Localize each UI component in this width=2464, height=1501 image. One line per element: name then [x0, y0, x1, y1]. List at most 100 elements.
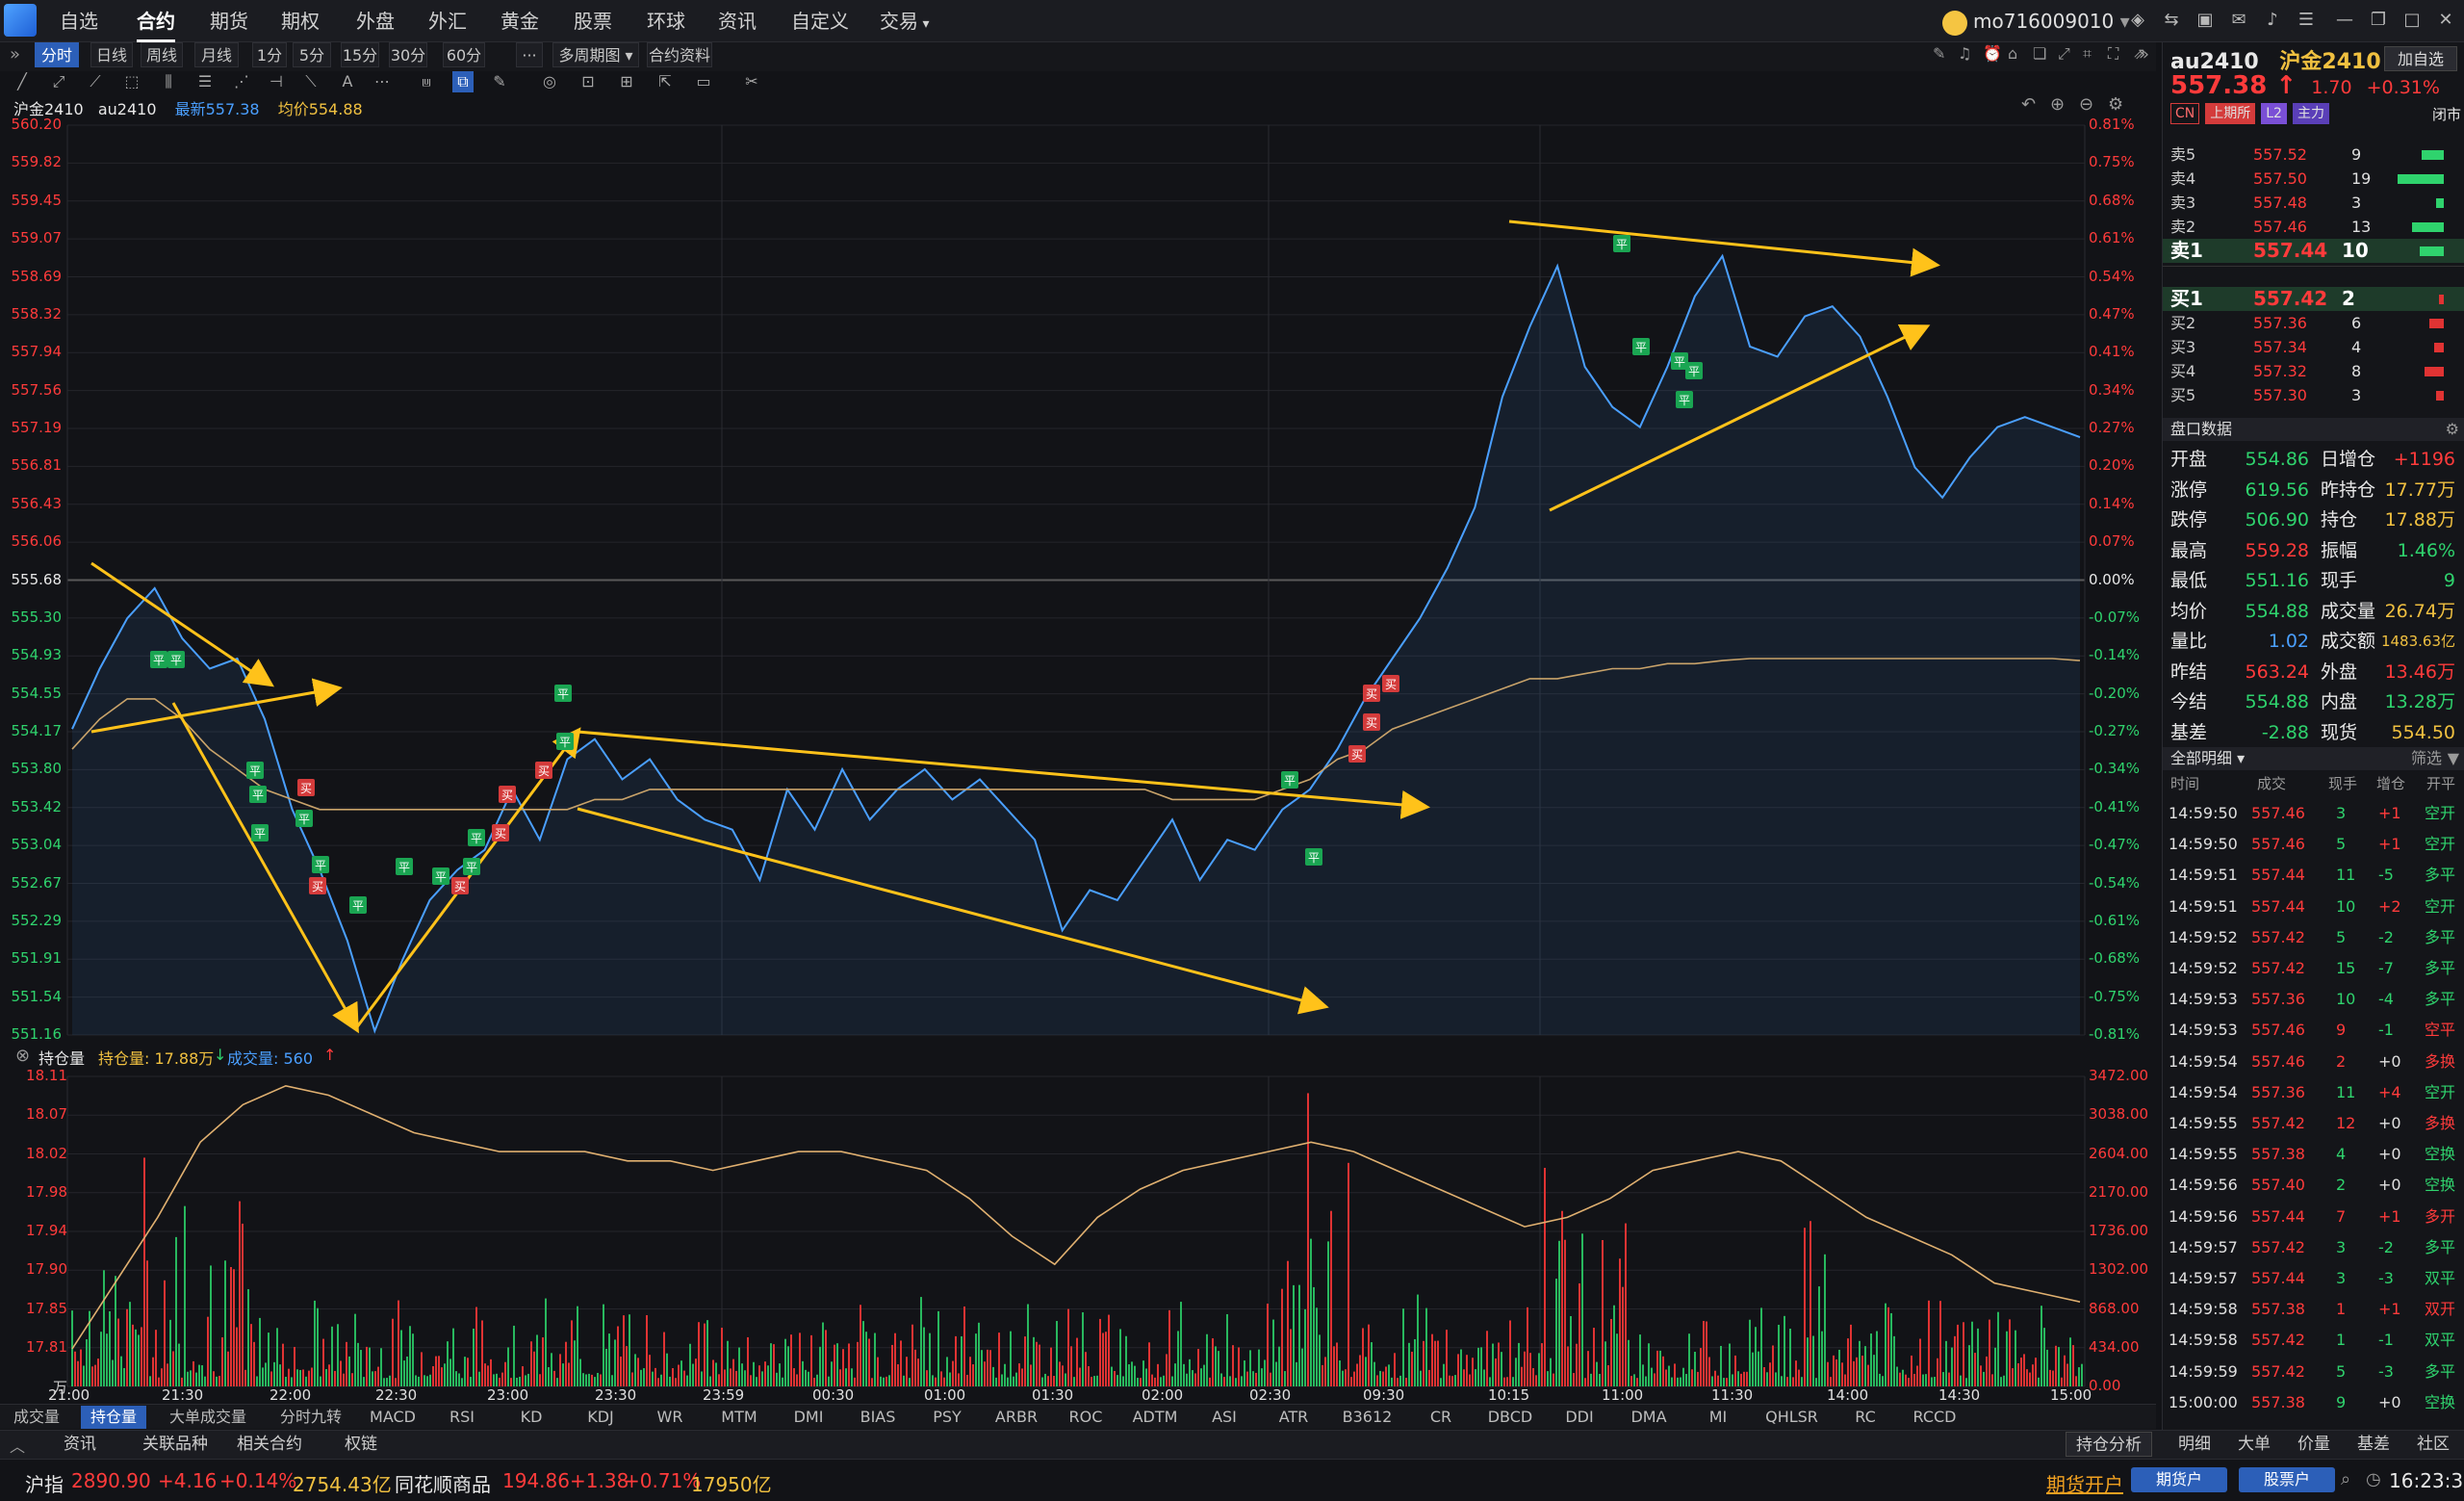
- stock-account-button[interactable]: 股票户: [2239, 1467, 2335, 1492]
- detail-title[interactable]: 全部明细: [2170, 749, 2232, 767]
- menu-6[interactable]: 黄金: [500, 0, 539, 42]
- sell-signal-icon[interactable]: 平: [396, 858, 413, 875]
- indicator-tab-20[interactable]: DBCD: [1481, 1406, 1539, 1429]
- measure-tool-icon[interactable]: ⊣: [266, 71, 287, 92]
- indicator-tab-8[interactable]: WR: [641, 1406, 699, 1429]
- bid-row[interactable]: 买1 557.42 2: [2163, 287, 2464, 311]
- buy-signal-icon[interactable]: 买: [309, 877, 326, 894]
- line-tool-icon[interactable]: ╱: [12, 71, 33, 92]
- lock-icon[interactable]: ⧉: [452, 71, 474, 92]
- indicator-tab-21[interactable]: DDI: [1551, 1406, 1608, 1429]
- trade-row[interactable]: 14:59:53 557.36 10 -4 多平: [2163, 985, 2464, 1014]
- bell-icon[interactable]: ♫: [1958, 44, 1971, 63]
- sell-signal-icon[interactable]: 平: [246, 762, 264, 779]
- indicator-tab-26[interactable]: RCCD: [1906, 1406, 1964, 1429]
- sell-signal-icon[interactable]: 平: [554, 685, 572, 702]
- layers-icon[interactable]: ◈: [2127, 10, 2148, 31]
- trade-row[interactable]: 14:59:56 557.40 2 +0 空换: [2163, 1171, 2464, 1200]
- segment-tool-icon[interactable]: ⟋: [85, 71, 106, 92]
- indicator-tab-18[interactable]: B3612: [1334, 1406, 1400, 1429]
- price-chart[interactable]: 平平平平 买平平平买平平平买平平 买买买平平平平买买买买平平平平平: [0, 116, 2156, 1040]
- expand-icon[interactable]: ⤢: [2058, 44, 2070, 64]
- magnet-icon[interactable]: ⩏: [416, 71, 437, 92]
- sell-signal-icon[interactable]: 平: [312, 856, 329, 873]
- eye-icon[interactable]: ◎: [539, 71, 560, 92]
- open-account-link[interactable]: 期货开户: [2046, 1469, 2123, 1497]
- trade-row[interactable]: 14:59:54 557.46 2 +0 多换: [2163, 1048, 2464, 1076]
- contract-info-button[interactable]: 合约资料: [647, 42, 712, 67]
- copy-icon[interactable]: ❏: [2033, 44, 2046, 63]
- delete-icon[interactable]: ⊡: [578, 71, 599, 92]
- trade-row[interactable]: 14:59:58 557.38 1 +1 双开: [2163, 1295, 2464, 1324]
- trade-row[interactable]: 14:59:59 557.42 5 -3 多平: [2163, 1358, 2464, 1386]
- right-tab-0[interactable]: 明细: [2166, 1432, 2223, 1457]
- grid-icon[interactable]: ⌗: [2083, 44, 2092, 64]
- search-icon[interactable]: ⌕: [2341, 1469, 2350, 1489]
- trade-row[interactable]: 14:59:56 557.44 7 +1 多开: [2163, 1203, 2464, 1231]
- eraser-icon[interactable]: ✂: [741, 71, 762, 92]
- indicator-tab-5[interactable]: RSI: [433, 1406, 491, 1429]
- fullscreen-icon[interactable]: ⛶: [2108, 44, 2118, 64]
- bottom-tab-2[interactable]: 相关合约: [231, 1432, 308, 1457]
- bid-row[interactable]: 买3 557.34 4: [2163, 335, 2464, 359]
- trade-row[interactable]: 15:00:00 557.38 9 +0 空换: [2163, 1388, 2464, 1417]
- alarm-icon[interactable]: ⏰: [1983, 44, 2002, 63]
- buy-signal-icon[interactable]: 买: [1382, 675, 1399, 692]
- indicator-tab-10[interactable]: DMI: [780, 1406, 837, 1429]
- fib-tool-icon[interactable]: ☰: [194, 71, 216, 92]
- right-tab-1[interactable]: 大单: [2225, 1432, 2283, 1457]
- pen-icon[interactable]: ✎: [1933, 44, 1945, 63]
- more-icon[interactable]: ···: [516, 42, 543, 67]
- sell-signal-icon[interactable]: 平: [1613, 235, 1630, 252]
- volume-oi-chart[interactable]: [0, 1069, 2156, 1404]
- user-account[interactable]: mo716009010 ▾: [1942, 4, 2130, 39]
- trade-row[interactable]: 14:59:53 557.46 9 -1 空平: [2163, 1016, 2464, 1045]
- comment-icon[interactable]: ▭: [693, 71, 714, 92]
- menu-icon[interactable]: ☰: [2296, 10, 2317, 31]
- indicator-tab-0[interactable]: 成交量: [4, 1406, 69, 1429]
- trade-row[interactable]: 14:59:57 557.42 3 -2 多平: [2163, 1233, 2464, 1262]
- indicator-tab-2[interactable]: 大单成交量: [158, 1406, 258, 1429]
- menu-0[interactable]: 自选: [60, 0, 98, 42]
- menu-9[interactable]: 资讯: [718, 0, 757, 42]
- period-7[interactable]: 30分: [389, 42, 427, 67]
- bottom-tab-3[interactable]: 权链: [327, 1432, 395, 1457]
- sell-signal-icon[interactable]: 平: [251, 824, 269, 841]
- right-tab-3[interactable]: 基差: [2345, 1432, 2402, 1457]
- sell-signal-icon[interactable]: 平: [556, 733, 574, 750]
- sell-signal-icon[interactable]: 平: [295, 810, 313, 827]
- ask-row[interactable]: 卖1 557.44 10: [2163, 239, 2464, 263]
- menu-8[interactable]: 环球: [647, 0, 685, 42]
- collapse-left-icon[interactable]: »: [10, 44, 20, 65]
- close-icon[interactable]: ✕: [2435, 10, 2456, 31]
- expand-icon[interactable]: ︿: [10, 1434, 25, 1457]
- buy-signal-icon[interactable]: 买: [1348, 745, 1366, 763]
- trade-row[interactable]: 14:59:52 557.42 15 -7 多平: [2163, 954, 2464, 983]
- indicator-tab-6[interactable]: KD: [502, 1406, 560, 1429]
- gann-tool-icon[interactable]: ⟍: [300, 71, 321, 92]
- sell-signal-icon[interactable]: 平: [167, 651, 185, 668]
- menu-10[interactable]: 自定义: [791, 0, 849, 42]
- indicator-tab-4[interactable]: MACD: [364, 1406, 422, 1429]
- rect-tool-icon[interactable]: ⬚: [121, 71, 142, 92]
- bottom-tab-0[interactable]: 资讯: [46, 1432, 114, 1457]
- trade-row[interactable]: 14:59:50 557.46 5 +1 空开: [2163, 830, 2464, 859]
- futures-account-button[interactable]: 期货户: [2131, 1467, 2227, 1492]
- ask-row[interactable]: 卖2 557.46 13: [2163, 215, 2464, 239]
- menu-1[interactable]: 合约: [137, 0, 175, 42]
- indicator-tab-17[interactable]: ATR: [1265, 1406, 1322, 1429]
- position-analysis-button[interactable]: 持仓分析: [2066, 1432, 2152, 1457]
- indicator-tab-16[interactable]: ASI: [1195, 1406, 1253, 1429]
- menu-11[interactable]: 交易 ▾: [880, 0, 929, 42]
- buy-signal-icon[interactable]: 买: [499, 786, 516, 803]
- sell-signal-icon[interactable]: 平: [1676, 391, 1693, 408]
- period-3[interactable]: 月线: [194, 42, 239, 67]
- indicator-tab-11[interactable]: BIAS: [849, 1406, 907, 1429]
- buy-signal-icon[interactable]: 买: [492, 824, 509, 841]
- period-2[interactable]: 周线: [141, 42, 183, 67]
- period-6[interactable]: 15分: [341, 42, 379, 67]
- app-logo-icon[interactable]: [4, 4, 37, 37]
- menu-2[interactable]: 期货: [210, 0, 248, 42]
- mail-icon[interactable]: ✉: [2228, 10, 2249, 31]
- indicator-tab-7[interactable]: KDJ: [572, 1406, 629, 1429]
